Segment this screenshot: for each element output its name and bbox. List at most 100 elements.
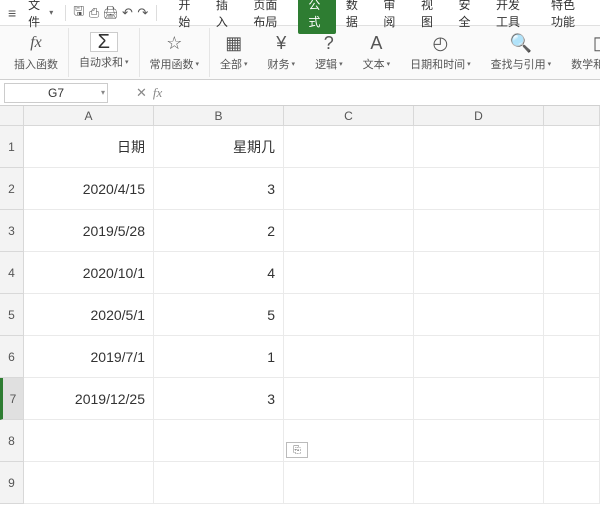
cell[interactable] [414, 336, 544, 378]
cell[interactable] [414, 420, 544, 462]
cell[interactable] [544, 210, 600, 252]
logical-label: 逻辑 [315, 56, 337, 72]
cell[interactable] [24, 462, 154, 504]
cell[interactable] [414, 462, 544, 504]
all-label: 全部 [220, 56, 242, 72]
cancel-icon[interactable]: ✕ [136, 85, 147, 101]
math-label: 数学和三角 [571, 56, 600, 72]
lookup-button[interactable]: 🔍 查找与引用▾ [485, 28, 558, 76]
cell[interactable] [544, 294, 600, 336]
cell[interactable] [544, 168, 600, 210]
cell[interactable] [284, 336, 414, 378]
row-header[interactable]: 7 [0, 378, 24, 420]
cell[interactable]: 1 [154, 336, 284, 378]
row-header[interactable]: 2 [0, 168, 24, 210]
undo-icon[interactable]: ↶ [121, 5, 134, 21]
all-button[interactable]: ▦ 全部▾ [214, 28, 254, 76]
cell[interactable] [24, 420, 154, 462]
col-header-b[interactable]: B [154, 106, 284, 126]
smart-tag[interactable]: ⎘ [286, 442, 308, 458]
cell[interactable] [414, 126, 544, 168]
cell[interactable] [544, 420, 600, 462]
logical-button[interactable]: ? 逻辑▾ [309, 28, 349, 76]
name-box[interactable]: G7 ▾ [4, 83, 108, 103]
cell[interactable] [414, 210, 544, 252]
row-header[interactable]: 8 [0, 420, 24, 462]
datetime-button[interactable]: ◴ 日期和时间▾ [404, 28, 477, 76]
fx-icon: fx [24, 32, 48, 54]
insert-function-label: 插入函数 [14, 56, 58, 72]
cell[interactable] [284, 462, 414, 504]
col-header-c[interactable]: C [284, 106, 414, 126]
chevron-down-icon: ▾ [387, 60, 391, 68]
fx-icon[interactable]: fx [153, 85, 162, 101]
divider [65, 5, 66, 21]
all-icon: ▦ [222, 32, 246, 54]
cell[interactable] [544, 126, 600, 168]
math-button[interactable]: ◫ 数学和三角▾ [565, 28, 600, 76]
select-all-corner[interactable] [0, 106, 24, 126]
chevron-down-icon: ▾ [125, 58, 129, 66]
cell[interactable]: 2 [154, 210, 284, 252]
col-header-d[interactable]: D [414, 106, 544, 126]
cell[interactable]: 3 [154, 168, 284, 210]
autosum-button[interactable]: Σ 自动求和▾ [73, 28, 135, 74]
cell[interactable] [414, 168, 544, 210]
col-header-a[interactable]: A [24, 106, 154, 126]
money-icon: ¥ [269, 32, 293, 54]
financial-button[interactable]: ¥ 财务▾ [262, 28, 302, 76]
print-icon[interactable]: 🖨 [103, 5, 119, 21]
datetime-label: 日期和时间 [410, 56, 465, 72]
cell[interactable] [284, 294, 414, 336]
file-menu[interactable]: 文件 ▾ [22, 0, 59, 32]
cell[interactable]: 5 [154, 294, 284, 336]
cell[interactable] [284, 210, 414, 252]
cell[interactable] [284, 378, 414, 420]
row-header[interactable]: 4 [0, 252, 24, 294]
common-functions-label: 常用函数 [150, 56, 194, 72]
cell[interactable] [414, 378, 544, 420]
cell[interactable] [154, 462, 284, 504]
chevron-down-icon: ▾ [548, 60, 552, 68]
cell[interactable] [414, 294, 544, 336]
cell[interactable]: 日期 [24, 126, 154, 168]
cell[interactable] [544, 378, 600, 420]
cell[interactable] [544, 462, 600, 504]
row-header[interactable]: 6 [0, 336, 24, 378]
row-header[interactable]: 3 [0, 210, 24, 252]
cell[interactable] [284, 126, 414, 168]
cell[interactable] [154, 420, 284, 462]
cell[interactable]: 3 [154, 378, 284, 420]
save-icon[interactable]: 🖫 [72, 5, 85, 21]
cell[interactable] [544, 252, 600, 294]
cell[interactable]: 2019/7/1 [24, 336, 154, 378]
chevron-down-icon: ▾ [49, 8, 53, 17]
row-header[interactable]: 5 [0, 294, 24, 336]
common-functions-button[interactable]: ☆ 常用函数▾ [144, 28, 206, 76]
redo-icon[interactable]: ↷ [136, 5, 149, 21]
cell[interactable] [284, 252, 414, 294]
cell[interactable]: 2019/5/28 [24, 210, 154, 252]
cell[interactable]: 4 [154, 252, 284, 294]
cell[interactable]: 2020/4/15 [24, 168, 154, 210]
chevron-down-icon: ▾ [101, 88, 105, 97]
chevron-down-icon: ▾ [292, 60, 296, 68]
print-preview-icon[interactable]: ⎙ [87, 5, 100, 21]
text-button[interactable]: A 文本▾ [357, 28, 397, 76]
cell[interactable] [544, 336, 600, 378]
row-header[interactable]: 9 [0, 462, 24, 504]
hamburger-icon[interactable]: ≡ [4, 5, 20, 21]
divider [156, 5, 157, 21]
cell[interactable]: 星期几 [154, 126, 284, 168]
chevron-down-icon: ▾ [339, 60, 343, 68]
row-header[interactable]: 1 [0, 126, 24, 168]
insert-function-button[interactable]: fx 插入函数 [8, 28, 64, 76]
cell[interactable] [414, 252, 544, 294]
cell[interactable]: 2020/10/1 [24, 252, 154, 294]
file-label: 文件 [28, 0, 47, 30]
cell[interactable]: 2019/12/25 [24, 378, 154, 420]
lookup-label: 查找与引用 [491, 56, 546, 72]
cell[interactable] [284, 168, 414, 210]
col-header-e[interactable] [544, 106, 600, 126]
cell[interactable]: 2020/5/1 [24, 294, 154, 336]
